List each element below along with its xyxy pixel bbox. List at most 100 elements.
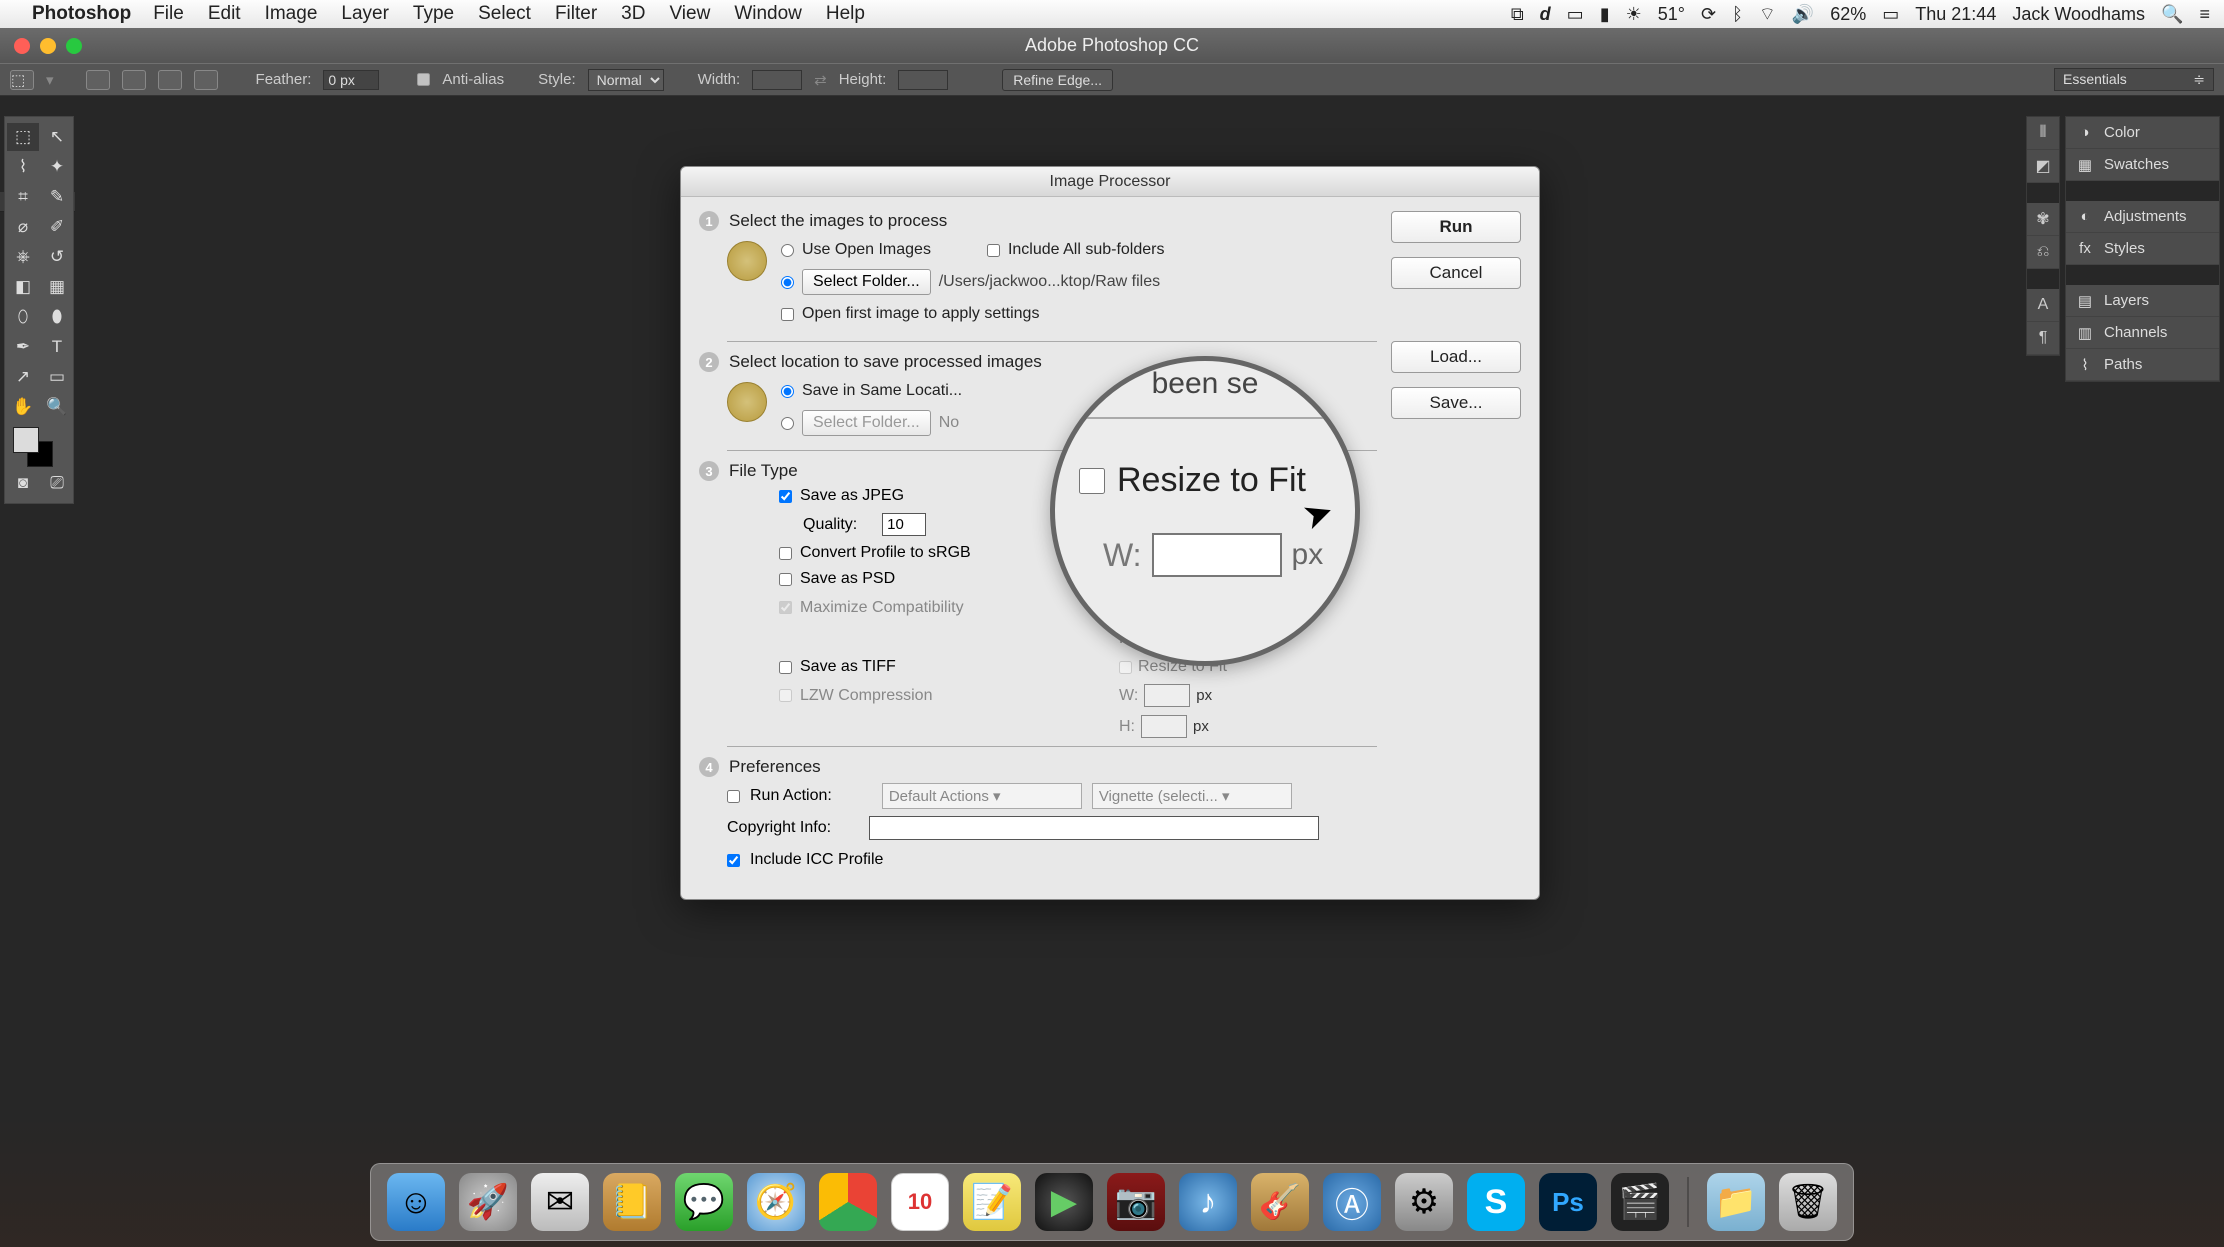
dock-messages-icon[interactable]: 💬 (675, 1173, 733, 1231)
dock-launchpad-icon[interactable]: 🚀 (459, 1173, 517, 1231)
close-window-button[interactable] (14, 38, 30, 54)
panel-paths[interactable]: ⌇Paths (2066, 349, 2219, 381)
tool-preset-icon[interactable]: ⬚ (10, 70, 34, 90)
menu-select[interactable]: Select (478, 3, 531, 25)
dock-contacts-icon[interactable]: 📒 (603, 1173, 661, 1231)
menu-file[interactable]: File (153, 3, 184, 25)
type-tool-icon[interactable]: T (41, 333, 73, 361)
marquee-tool-icon[interactable]: ⬚ (7, 123, 39, 151)
healing-tool-icon[interactable]: ⌀ (7, 213, 39, 241)
clock[interactable]: Thu 21:44 (1915, 4, 1996, 25)
use-open-images-radio[interactable] (781, 244, 794, 257)
panel-swatches[interactable]: ▦Swatches (2066, 149, 2219, 181)
dock-imovie-icon[interactable]: 🎬 (1611, 1173, 1669, 1231)
dock-appstore-icon[interactable]: Ⓐ (1323, 1173, 1381, 1231)
weather-icon[interactable]: ☀ (1626, 4, 1642, 25)
quickmask-icon[interactable]: ◙ (7, 469, 39, 497)
run-action-checkbox[interactable] (727, 790, 740, 803)
paragraph-icon[interactable]: ¶ (2027, 322, 2059, 355)
save-button[interactable]: Save... (1391, 387, 1521, 419)
select-dest-folder-radio[interactable] (781, 417, 794, 430)
select-source-folder-button[interactable]: Select Folder... (802, 269, 931, 295)
gradient-tool-icon[interactable]: ▦ (41, 273, 73, 301)
minimize-window-button[interactable] (40, 38, 56, 54)
menu-image[interactable]: Image (265, 3, 318, 25)
clone-source-icon[interactable]: ⎌ (2027, 236, 2059, 269)
eyedropper-tool-icon[interactable]: ✎ (41, 183, 73, 211)
move-tool-icon[interactable]: ↖ (41, 123, 73, 151)
d-icon[interactable]: d (1540, 4, 1551, 25)
select-dest-folder-button[interactable]: Select Folder... (802, 410, 931, 436)
panel-adjustments[interactable]: ◐Adjustments (2066, 201, 2219, 233)
menu-help[interactable]: Help (826, 3, 865, 25)
menu-3d[interactable]: 3D (621, 3, 645, 25)
app-name[interactable]: Photoshop (32, 3, 131, 25)
refine-edge-button[interactable]: Refine Edge... (1002, 69, 1113, 91)
dock-calendar-icon[interactable]: 10 (891, 1173, 949, 1231)
wifi-icon[interactable]: ⌔ (1759, 3, 1776, 26)
menu-window[interactable]: Window (734, 3, 802, 25)
color-swatches[interactable] (7, 423, 73, 467)
cancel-button[interactable]: Cancel (1391, 257, 1521, 289)
save-psd-checkbox[interactable] (779, 573, 792, 586)
path-tool-icon[interactable]: ↗ (7, 363, 39, 391)
menu-layer[interactable]: Layer (341, 3, 389, 25)
screenmode-icon[interactable]: ⎚ (41, 469, 73, 497)
quality-input[interactable] (882, 513, 926, 536)
brushes-icon[interactable]: ✾ (2027, 203, 2059, 236)
display-icon[interactable]: ▭ (1567, 4, 1584, 25)
foreground-color[interactable] (13, 427, 39, 453)
menu-type[interactable]: Type (413, 3, 454, 25)
feather-input[interactable] (323, 70, 379, 90)
blur-tool-icon[interactable]: ⬯ (7, 303, 39, 331)
panel-layers[interactable]: ▤Layers (2066, 285, 2219, 317)
menu-filter[interactable]: Filter (555, 3, 597, 25)
history-brush-tool-icon[interactable]: ↺ (41, 243, 73, 271)
icc-checkbox[interactable] (727, 854, 740, 867)
copyright-input[interactable] (869, 816, 1319, 840)
magnified-w-input[interactable] (1152, 533, 1282, 577)
menu-edit[interactable]: Edit (208, 3, 241, 25)
dock-downloads-icon[interactable]: 📁 (1707, 1173, 1765, 1231)
navigator-icon[interactable]: ◩ (2027, 150, 2059, 183)
sync-icon[interactable]: ⟳ (1701, 4, 1716, 25)
screencast-icon[interactable]: ⧉ (1511, 4, 1524, 25)
brush-tool-icon[interactable]: ✐ (41, 213, 73, 241)
dock-itunes-icon[interactable]: ♪ (1179, 1173, 1237, 1231)
action-set-select[interactable]: Default Actions ▾ (882, 783, 1082, 809)
dock-photobooth-icon[interactable]: 📷 (1107, 1173, 1165, 1231)
dock-notes-icon[interactable]: 📝 (963, 1173, 1021, 1231)
histogram-icon[interactable]: ⫴ (2027, 117, 2059, 150)
save-tiff-checkbox[interactable] (779, 661, 792, 674)
save-jpeg-checkbox[interactable] (779, 490, 792, 503)
include-subfolders-checkbox[interactable] (987, 244, 1000, 257)
shape-tool-icon[interactable]: ▭ (41, 363, 73, 391)
workspace-switcher[interactable]: Essentials≑ (2054, 68, 2214, 91)
dock-photoshop-icon[interactable]: Ps (1539, 1173, 1597, 1231)
menu-view[interactable]: View (669, 3, 710, 25)
panel-color[interactable]: ◑Color (2066, 117, 2219, 149)
volume-icon[interactable]: 🔊 (1792, 4, 1814, 25)
dock-facetime-icon[interactable]: ▶ (1035, 1173, 1093, 1231)
zoom-window-button[interactable] (66, 38, 82, 54)
battery-icon[interactable]: ▮ (1600, 4, 1610, 25)
selection-subtract-icon[interactable] (158, 70, 182, 90)
character-icon[interactable]: A (2027, 289, 2059, 322)
battery-status-icon[interactable]: ▭ (1882, 4, 1899, 25)
run-button[interactable]: Run (1391, 211, 1521, 243)
open-first-checkbox[interactable] (781, 308, 794, 321)
dock-finder-icon[interactable]: ☺ (387, 1173, 445, 1231)
zoom-tool-icon[interactable]: 🔍 (41, 393, 73, 421)
panel-channels[interactable]: ▥Channels (2066, 317, 2219, 349)
dock-chrome-icon[interactable] (819, 1173, 877, 1231)
style-select[interactable]: Normal (588, 69, 664, 91)
magnified-resize-checkbox[interactable] (1079, 468, 1105, 494)
dock-trash-icon[interactable]: 🗑 (1779, 1173, 1837, 1231)
hand-tool-icon[interactable]: ✋ (7, 393, 39, 421)
selection-new-icon[interactable] (86, 70, 110, 90)
dock-skype-icon[interactable]: S (1467, 1173, 1525, 1231)
spotlight-icon[interactable]: 🔍 (2161, 4, 2183, 25)
eraser-tool-icon[interactable]: ◧ (7, 273, 39, 301)
select-folder-radio[interactable] (781, 276, 794, 289)
bluetooth-icon[interactable]: ᛒ (1732, 4, 1743, 25)
